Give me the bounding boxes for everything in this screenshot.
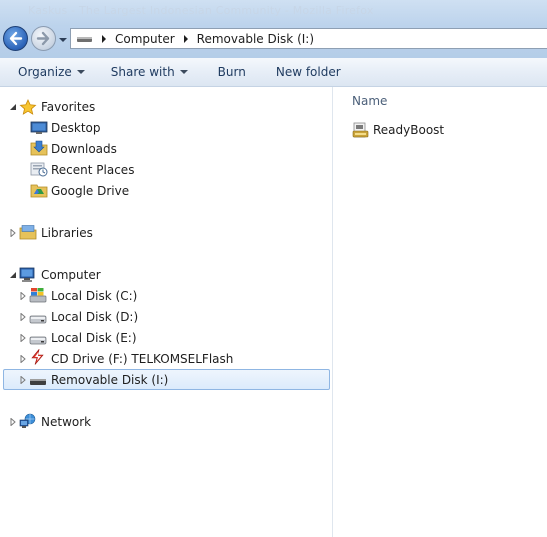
- tree-label: CD Drive (F:) TELKOMSELFlash: [51, 352, 234, 366]
- downloads-folder-icon: [30, 140, 48, 156]
- new-folder-label: New folder: [275, 65, 341, 79]
- tree-item-desktop[interactable]: Desktop: [0, 118, 330, 138]
- tree-label: Google Drive: [51, 184, 130, 198]
- tree-item-recent-places[interactable]: Recent Places: [0, 160, 330, 180]
- google-drive-icon: [30, 184, 48, 198]
- collapsed-triangle-icon[interactable]: [19, 355, 27, 363]
- tree-network[interactable]: Network: [0, 412, 330, 432]
- tree-item-local-disk-d[interactable]: Local Disk (D:): [0, 307, 330, 327]
- libraries-folder-icon: [19, 225, 37, 240]
- breadcrumb-separator-icon[interactable]: [181, 34, 191, 43]
- breadcrumb-removable-disk[interactable]: Removable Disk (I:): [197, 32, 314, 46]
- command-bar: Organize Share with Burn New folder: [0, 58, 547, 87]
- breadcrumb-separator-icon[interactable]: [99, 34, 109, 43]
- tree-label: Local Disk (C:): [51, 289, 138, 303]
- window-titlebar: Kaskus - The Largest Indonesian Communit…: [0, 0, 547, 58]
- recent-places-icon: [30, 162, 48, 177]
- tree-label: Libraries: [41, 226, 93, 240]
- tree-item-cd-drive-f[interactable]: CD Drive (F:) TELKOMSELFlash: [0, 349, 330, 369]
- tree-label: Removable Disk (I:): [51, 373, 169, 387]
- arrow-right-icon: [36, 31, 50, 46]
- hard-drive-icon: [29, 336, 47, 345]
- collapsed-triangle-icon[interactable]: [19, 376, 27, 384]
- tree-label: Computer: [41, 268, 101, 282]
- removable-drive-icon: [77, 36, 92, 42]
- chevron-down-icon: [76, 70, 85, 74]
- tree-label: Desktop: [51, 121, 101, 135]
- file-list-pane: Name ReadyBoost: [334, 87, 547, 537]
- organize-button[interactable]: Organize: [18, 65, 85, 79]
- file-item-readyboost[interactable]: ReadyBoost: [352, 121, 444, 139]
- background-window-title: Kaskus - The Largest Indonesian Communit…: [28, 4, 374, 17]
- hard-drive-icon: [29, 315, 47, 324]
- arrow-left-icon: [9, 31, 23, 46]
- tree-item-downloads[interactable]: Downloads: [0, 139, 330, 159]
- tree-item-google-drive[interactable]: Google Drive: [0, 181, 330, 201]
- network-icon: [19, 413, 36, 428]
- expanded-triangle-icon[interactable]: [9, 103, 17, 111]
- collapsed-triangle-icon[interactable]: [19, 313, 27, 321]
- tree-label: Local Disk (D:): [51, 310, 139, 324]
- tree-favorites[interactable]: Favorites: [0, 97, 330, 117]
- collapsed-triangle-icon[interactable]: [9, 418, 17, 426]
- system-drive-icon: [29, 288, 47, 303]
- expanded-triangle-icon[interactable]: [9, 271, 17, 279]
- tree-computer[interactable]: Computer: [0, 265, 330, 285]
- removable-drive-icon: [30, 379, 46, 385]
- back-button[interactable]: [3, 26, 28, 51]
- navigation-pane: Favorites Desktop Downloads Recent Place…: [0, 87, 333, 537]
- tree-label: Favorites: [41, 100, 96, 114]
- telkomsel-flash-icon: [31, 349, 44, 365]
- tree-item-local-disk-c[interactable]: Local Disk (C:): [0, 286, 330, 306]
- file-name: ReadyBoost: [373, 123, 445, 137]
- organize-label: Organize: [18, 65, 72, 79]
- burn-label: Burn: [217, 65, 246, 79]
- tree-label: Downloads: [51, 142, 117, 156]
- computer-icon: [19, 267, 35, 282]
- breadcrumb-computer[interactable]: Computer: [115, 32, 175, 46]
- tree-item-local-disk-e[interactable]: Local Disk (E:): [0, 328, 330, 348]
- collapsed-triangle-icon[interactable]: [19, 334, 27, 342]
- recent-pages-button[interactable]: [58, 34, 68, 44]
- tree-label: Network: [41, 415, 92, 429]
- new-folder-button[interactable]: New folder: [276, 65, 341, 79]
- tree-label: Recent Places: [51, 163, 135, 177]
- collapsed-triangle-icon[interactable]: [9, 229, 17, 237]
- forward-button[interactable]: [31, 26, 56, 51]
- column-header-name[interactable]: Name: [352, 94, 387, 108]
- share-with-label: Share with: [110, 65, 175, 79]
- chevron-down-icon: [59, 38, 67, 42]
- address-bar[interactable]: Computer Removable Disk (I:): [70, 28, 547, 49]
- share-with-button[interactable]: Share with: [111, 65, 188, 79]
- chevron-down-icon: [179, 70, 188, 74]
- star-icon: [19, 99, 37, 115]
- tree-libraries[interactable]: Libraries: [0, 223, 330, 243]
- tree-item-removable-disk-i[interactable]: Removable Disk (I:): [0, 370, 330, 390]
- desktop-icon: [30, 121, 48, 134]
- readyboost-file-icon: [352, 122, 369, 137]
- burn-button[interactable]: Burn: [218, 65, 246, 79]
- collapsed-triangle-icon[interactable]: [19, 292, 27, 300]
- tree-label: Local Disk (E:): [51, 331, 137, 345]
